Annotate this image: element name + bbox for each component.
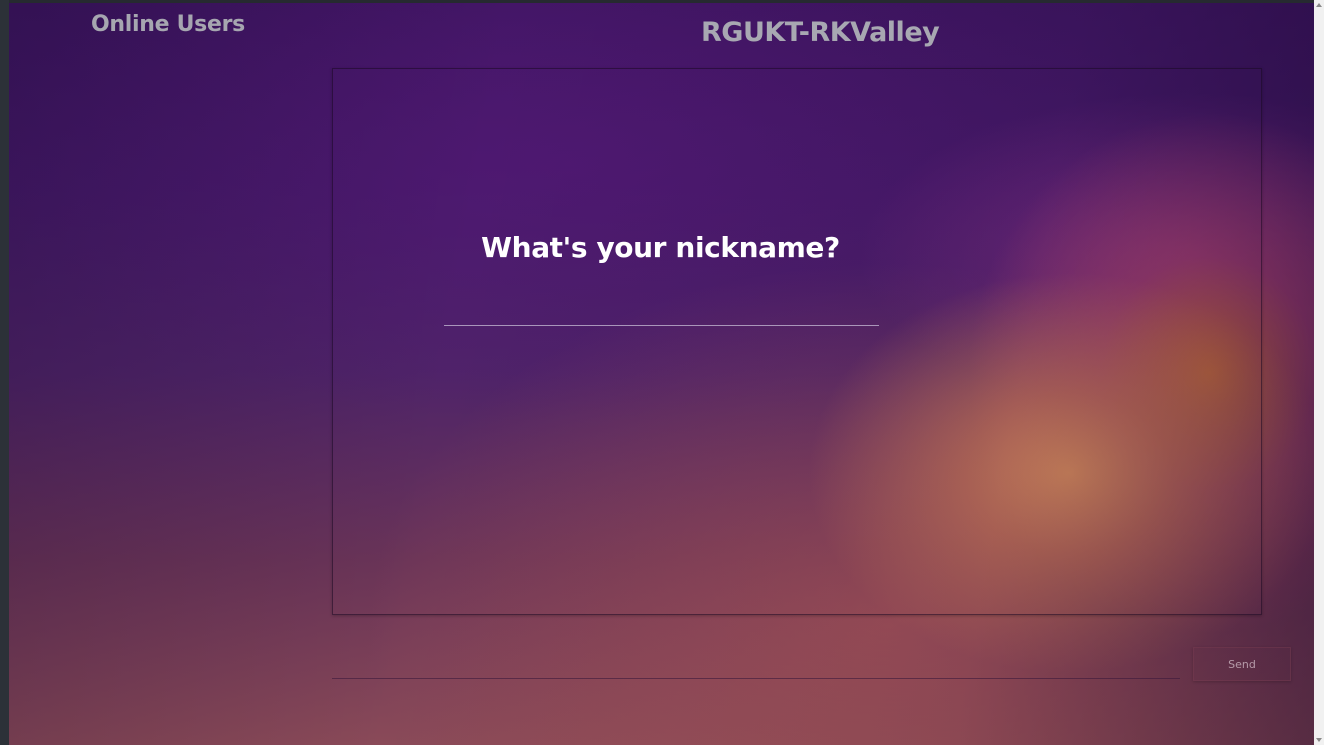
browser-frame: Online Users RGUKT-RKValley What's your … [0,0,1324,745]
message-input[interactable] [332,646,1180,679]
page-scrollbar[interactable] [1314,0,1324,745]
scroll-down-icon[interactable] [1316,738,1322,742]
chat-panel: What's your nickname? [332,68,1262,615]
scroll-up-icon[interactable] [1316,3,1322,7]
app-title: RGUKT-RKValley [701,17,940,48]
nickname-input[interactable] [444,293,879,326]
chat-app-page: Online Users RGUKT-RKValley What's your … [9,3,1314,745]
send-button[interactable]: Send [1193,647,1291,681]
nickname-prompt: What's your nickname? [481,231,840,264]
online-users-heading: Online Users [91,12,245,37]
browser-left-edge [0,0,9,745]
